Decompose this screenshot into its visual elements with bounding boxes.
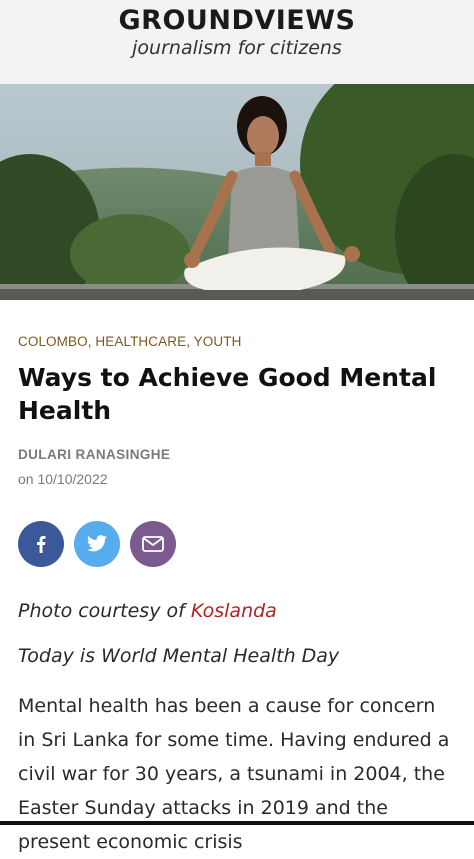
category-link-youth[interactable]: YOUTH <box>194 334 242 349</box>
photo-credit-text: Photo courtesy of <box>18 600 191 622</box>
facebook-icon <box>37 536 46 553</box>
bottom-edge <box>0 821 474 825</box>
photo-credit: Photo courtesy of Koslanda <box>18 600 456 622</box>
article-title: Ways to Achieve Good Mental Health <box>18 363 437 425</box>
article: COLOMBO, HEALTHCARE, YOUTH Ways to Achie… <box>0 334 474 859</box>
category-separator: , <box>186 334 194 349</box>
site-logo[interactable]: GROUNDVIEWS <box>0 6 474 36</box>
email-share-button[interactable] <box>130 521 176 567</box>
category-link-colombo[interactable]: COLOMBO <box>18 334 88 349</box>
publish-date: on 10/10/2022 <box>18 471 108 487</box>
twitter-icon <box>86 535 108 552</box>
author-link[interactable]: DULARI RANASINGHE <box>18 447 456 462</box>
article-intro: Today is World Mental Health Day <box>18 645 340 667</box>
twitter-share-button[interactable] <box>74 521 120 567</box>
hero-image <box>0 84 474 300</box>
masthead[interactable]: GROUNDVIEWS journalism for citizens <box>0 0 474 84</box>
article-body: Mental health has been a cause for conce… <box>18 695 450 853</box>
meditation-photo <box>0 84 474 300</box>
share-buttons <box>18 521 456 567</box>
facebook-share-button[interactable] <box>18 521 64 567</box>
category-link-healthcare[interactable]: HEALTHCARE <box>95 334 186 349</box>
photo-credit-link[interactable]: Koslanda <box>191 600 277 622</box>
category-list: COLOMBO, HEALTHCARE, YOUTH <box>18 334 456 349</box>
site-tagline: journalism for citizens <box>132 37 342 59</box>
mail-icon <box>142 536 164 552</box>
